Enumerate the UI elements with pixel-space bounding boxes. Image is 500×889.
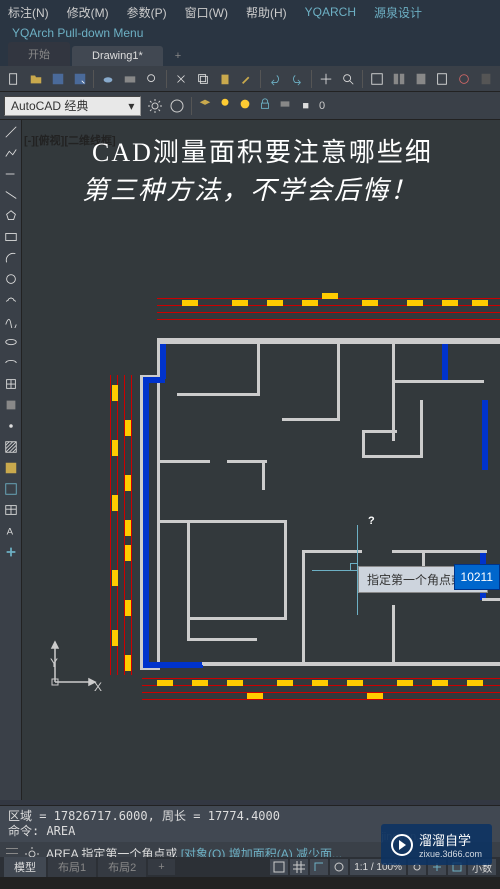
cut-icon[interactable] (171, 69, 191, 89)
save-icon[interactable] (48, 69, 68, 89)
preview-icon[interactable] (142, 69, 162, 89)
calc-icon[interactable] (476, 69, 496, 89)
paste-icon[interactable] (215, 69, 235, 89)
dynamic-input-value[interactable]: 10211 (454, 564, 500, 590)
hatch-icon[interactable] (1, 437, 21, 457)
gear-icon[interactable] (147, 98, 163, 114)
zoom-icon[interactable] (338, 69, 358, 89)
tab-layout1[interactable]: 布局1 (48, 857, 96, 877)
document-tabs: 开始 Drawing1* + (0, 42, 500, 66)
svg-text:A: A (7, 527, 14, 538)
bulb-icon[interactable] (218, 97, 232, 114)
layer-name[interactable]: 0 (319, 100, 325, 112)
menu-item[interactable]: 标注(N) (8, 4, 49, 21)
block-icon[interactable] (1, 395, 21, 415)
redo-icon[interactable] (287, 69, 307, 89)
ortho-icon[interactable] (310, 859, 328, 875)
polygon-icon[interactable] (1, 206, 21, 226)
ellipsearc-icon[interactable] (1, 353, 21, 373)
cloud-icon[interactable] (98, 69, 118, 89)
polar-icon[interactable] (330, 859, 348, 875)
tab-start[interactable]: 开始 (8, 42, 70, 66)
pulldown-menu[interactable]: YQArch Pull-down Menu (0, 24, 500, 42)
copy-icon[interactable] (193, 69, 213, 89)
tab-drawing[interactable]: Drawing1* (72, 46, 163, 66)
menu-item[interactable]: 参数(P) (127, 4, 167, 21)
lock-icon[interactable] (258, 97, 272, 114)
table-icon[interactable] (1, 500, 21, 520)
brand-watermark: 溜溜自学 zixue.3d66.com (381, 824, 492, 865)
saveas-icon[interactable] (70, 69, 90, 89)
addselect-icon[interactable] (1, 542, 21, 562)
new-icon[interactable] (4, 69, 24, 89)
menu-item[interactable]: 源泉设计 (374, 4, 422, 21)
designcenter-icon[interactable] (389, 69, 409, 89)
main-toolbar (0, 66, 500, 92)
ucs-icon: Y X (50, 637, 100, 690)
menu-bar: 标注(N) 修改(M) 参数(P) 窗口(W) 帮助(H) YQARCH 源泉设… (0, 0, 500, 24)
freeze-icon[interactable] (238, 97, 252, 114)
workspace-dropdown[interactable]: AutoCAD 经典 ▾ (4, 96, 141, 116)
plot-icon[interactable] (120, 69, 140, 89)
cursor-badge: ? (368, 515, 375, 527)
revcloud-icon[interactable] (1, 290, 21, 310)
plot-layer-icon[interactable] (278, 97, 292, 114)
matchprop-icon[interactable] (237, 69, 257, 89)
ray-icon[interactable] (1, 164, 21, 184)
point-icon[interactable] (1, 416, 21, 436)
pan-icon[interactable] (316, 69, 336, 89)
menu-item[interactable]: 窗口(W) (185, 4, 228, 21)
circle-icon[interactable] (1, 269, 21, 289)
open-icon[interactable] (26, 69, 46, 89)
menu-item[interactable]: 帮助(H) (246, 4, 287, 21)
tab-layout2[interactable]: 布局2 (98, 857, 146, 877)
layer-manager-icon[interactable] (198, 97, 212, 114)
layer-color-swatch[interactable]: ■ (298, 100, 313, 112)
footer-bar (0, 877, 500, 889)
arc-icon[interactable] (1, 248, 21, 268)
menu-item[interactable]: 修改(M) (67, 4, 109, 21)
properties-icon[interactable] (367, 69, 387, 89)
draw-toolbar: A (0, 120, 22, 800)
play-icon (391, 834, 413, 856)
tab-add-layout[interactable]: + (148, 859, 174, 875)
workspace-row: AutoCAD 经典 ▾ ■ 0 (0, 92, 500, 120)
undo-icon[interactable] (265, 69, 285, 89)
chevron-down-icon: ▾ (128, 99, 134, 113)
menu-item[interactable]: YQARCH (305, 5, 356, 19)
tab-add[interactable]: + (165, 46, 191, 66)
rectangle-icon[interactable] (1, 227, 21, 247)
mtext-icon[interactable]: A (1, 521, 21, 541)
snap-icon[interactable] (270, 859, 288, 875)
toolpalette-icon[interactable] (411, 69, 431, 89)
xline-icon[interactable] (1, 185, 21, 205)
gradient-icon[interactable] (1, 458, 21, 478)
overlay-title-1: CAD测量面积要注意哪些细 (92, 132, 433, 169)
drawing-canvas[interactable]: [-][俯视][二维线框] CAD测量面积要注意哪些细 第三种方法，不学会后悔！ (22, 120, 500, 800)
polyline-icon[interactable] (1, 143, 21, 163)
ellipse-icon[interactable] (1, 332, 21, 352)
region-icon[interactable] (1, 479, 21, 499)
sheet-icon[interactable] (432, 69, 452, 89)
markup-icon[interactable] (454, 69, 474, 89)
tab-model[interactable]: 模型 (4, 857, 46, 877)
spline-icon[interactable] (1, 311, 21, 331)
line-icon[interactable] (1, 122, 21, 142)
overlay-title-2: 第三种方法，不学会后悔！ (82, 170, 418, 207)
insert-icon[interactable] (1, 374, 21, 394)
grid-icon[interactable] (290, 859, 308, 875)
workspace-icon[interactable] (169, 98, 185, 114)
